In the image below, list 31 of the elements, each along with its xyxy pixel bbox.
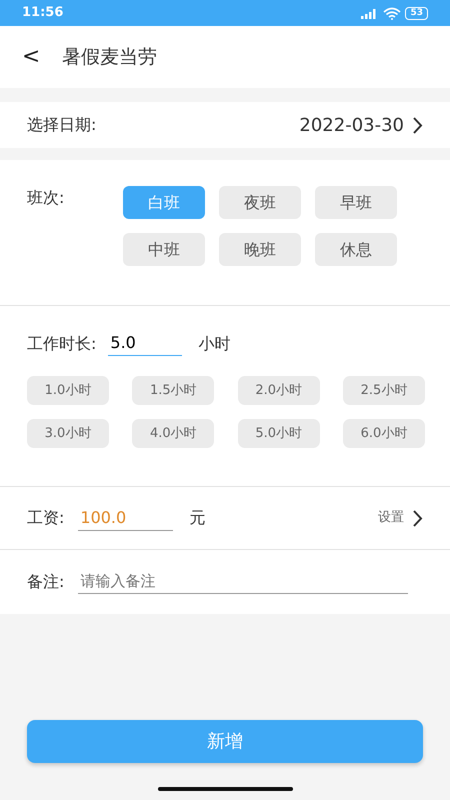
remark-label: 备注: — [27, 571, 64, 593]
hours-label: 工作时长: — [27, 332, 96, 354]
salary-unit: 元 — [189, 507, 206, 529]
hour-preset[interactable]: 5.0小时 — [238, 419, 320, 448]
hour-preset[interactable]: 1.0小时 — [27, 376, 109, 405]
back-button[interactable]: < — [22, 46, 40, 68]
shift-option[interactable]: 夜班 — [219, 186, 301, 219]
settings-link[interactable]: 设置 — [378, 508, 404, 528]
remark-input[interactable]: 请输入备注 — [78, 570, 408, 594]
date-value[interactable]: 2022-03-30 — [299, 112, 404, 138]
shift-option[interactable]: 晚班 — [219, 233, 301, 266]
submit-button[interactable]: 新增 — [27, 720, 423, 763]
hour-preset[interactable]: 4.0小时 — [132, 419, 214, 448]
date-label: 选择日期: — [27, 114, 96, 136]
salary-label: 工资: — [27, 507, 64, 529]
shift-option[interactable]: 中班 — [123, 233, 205, 266]
shift-option[interactable]: 白班 — [123, 186, 205, 219]
shift-option[interactable]: 早班 — [315, 186, 397, 219]
page-title: 暑假麦当劳 — [62, 44, 157, 70]
shift-label: 班次: — [27, 187, 66, 209]
hours-unit: 小时 — [198, 332, 230, 354]
hour-preset[interactable]: 6.0小时 — [342, 419, 425, 448]
hour-preset[interactable]: 2.5小时 — [342, 376, 425, 405]
hours-input[interactable]: 5.0 — [108, 331, 182, 356]
hour-preset[interactable]: 2.0小时 — [238, 376, 320, 405]
shift-option[interactable]: 休息 — [315, 233, 397, 266]
hour-preset[interactable]: 3.0小时 — [27, 419, 109, 448]
battery-indicator: 53 — [405, 6, 428, 20]
salary-input[interactable]: 100.0 — [78, 506, 174, 530]
hour-preset[interactable]: 1.5小时 — [132, 376, 214, 405]
status-time: 11:56 — [22, 4, 64, 22]
